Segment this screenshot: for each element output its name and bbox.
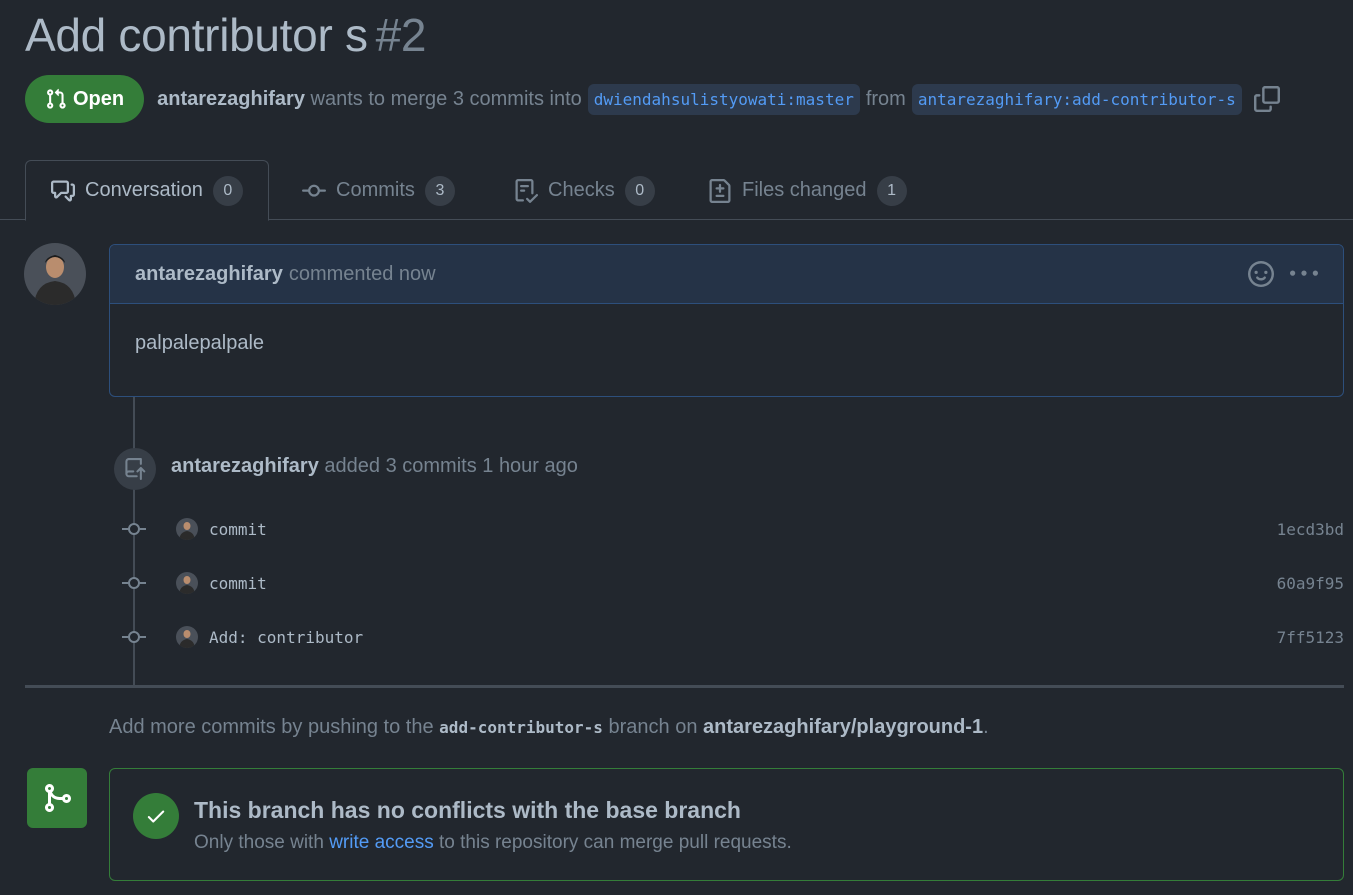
- repo-push-badge: [114, 448, 156, 490]
- git-commit-icon: [302, 184, 326, 197]
- push-author[interactable]: antarezaghifary: [171, 455, 319, 477]
- tab-label: Commits: [336, 179, 415, 201]
- hint-suffix: .: [983, 716, 989, 738]
- smiley-icon[interactable]: [1248, 261, 1274, 287]
- git-merge-icon: [45, 784, 72, 812]
- tab-label: Checks: [548, 179, 615, 201]
- comment-body: palpalepalpale: [135, 332, 265, 354]
- pr-author-link[interactable]: antarezaghifary: [157, 88, 305, 111]
- check-icon: [147, 810, 165, 823]
- commit-sha[interactable]: 7ff5123: [1277, 628, 1344, 647]
- git-commit-icon: [122, 523, 146, 535]
- comment-actions: [1248, 260, 1318, 288]
- avatar-image: [24, 243, 86, 305]
- base-branch[interactable]: dwiendahsulistyowati:master: [587, 83, 860, 115]
- hint-repo-link[interactable]: antarezaghifary/playground-1: [703, 716, 983, 738]
- git-commit-icon: [122, 631, 146, 643]
- state-badge: Open: [25, 75, 145, 123]
- comment-discussion-icon: [51, 180, 75, 201]
- merge-sub-prefix: Only those with: [194, 832, 324, 853]
- hint-middle: branch on: [608, 716, 698, 738]
- kebab-horizontal-icon[interactable]: [1290, 260, 1318, 288]
- tab-checks[interactable]: Checks 0: [489, 160, 680, 221]
- merge-title: This branch has no conflicts with the ba…: [194, 797, 741, 823]
- tab-files-changed[interactable]: Files changed 1: [683, 160, 932, 221]
- hint-branch: add-contributor-s: [439, 718, 603, 737]
- comment-author[interactable]: antarezaghifary: [135, 263, 283, 286]
- commit-message[interactable]: commit: [209, 520, 267, 539]
- git-commit-icon: [122, 577, 146, 589]
- tab-counter: 0: [212, 175, 243, 206]
- pr-meta: Open antarezaghifary wants to merge 3 co…: [25, 75, 1280, 123]
- merge-box: This branch has no conflicts with the ba…: [109, 768, 1344, 881]
- tab-counter: 1: [876, 175, 907, 206]
- head-branch[interactable]: antarezaghifary:add-contributor-s: [911, 83, 1242, 115]
- push-hint: Add more commits by pushing to the add-c…: [109, 716, 989, 739]
- state-label: Open: [73, 87, 125, 110]
- commit-row: commit 60a9f95: [120, 568, 1344, 598]
- commit-avatar[interactable]: [176, 626, 198, 648]
- comment-timestamp[interactable]: commented now: [289, 263, 436, 286]
- commit-row: commit 1ecd3bd: [120, 514, 1344, 544]
- hint-prefix: Add more commits by pushing to the: [109, 716, 434, 738]
- merge-sub-suffix: to this repository can merge pull reques…: [439, 832, 792, 853]
- pr-title: Add contributor s #2: [25, 8, 427, 62]
- check-circle: [133, 793, 179, 839]
- pr-tabs: Conversation 0 Commits 3 Checks 0 Files …: [0, 160, 1353, 221]
- push-description: added 3 commits 1 hour ago: [324, 455, 578, 477]
- pr-number: #2: [375, 9, 427, 61]
- merge-status-badge: [27, 768, 87, 828]
- commit-row: Add: contributor 7ff5123: [120, 622, 1344, 652]
- repo-push-icon: [125, 458, 146, 480]
- git-pull-request-icon: [47, 88, 66, 109]
- commit-message[interactable]: commit: [209, 574, 267, 593]
- avatar[interactable]: [24, 243, 86, 305]
- from-text: from: [865, 87, 906, 110]
- merge-description: antarezaghifary wants to merge 3 commits…: [157, 83, 1280, 115]
- tab-label: Conversation: [85, 179, 203, 201]
- commit-avatar[interactable]: [176, 572, 198, 594]
- push-event-text: antarezaghifary added 3 commits 1 hour a…: [171, 455, 578, 478]
- tab-counter: 0: [624, 175, 655, 206]
- tab-conversation[interactable]: Conversation 0: [25, 160, 269, 221]
- commit-message[interactable]: Add: contributor: [209, 628, 363, 647]
- tab-counter: 3: [424, 175, 455, 206]
- merge-text: wants to merge 3 commits into: [310, 87, 582, 110]
- merge-subtitle: Only those with write access to this rep…: [194, 832, 792, 854]
- comment-card: antarezaghifary commented now palpalepal…: [109, 244, 1344, 397]
- pr-title-text: Add contributor s: [25, 9, 368, 61]
- write-access-link[interactable]: write access: [329, 832, 434, 853]
- comment-header: antarezaghifary commented now: [110, 245, 1343, 304]
- checklist-icon: [515, 178, 538, 203]
- commit-avatar[interactable]: [176, 518, 198, 540]
- timeline-divider: [25, 685, 1344, 688]
- tab-label: Files changed: [742, 179, 867, 201]
- tab-commits[interactable]: Commits 3: [277, 160, 480, 221]
- file-diff-icon: [709, 178, 731, 203]
- copy-icon[interactable]: [1253, 86, 1280, 112]
- commit-sha[interactable]: 1ecd3bd: [1277, 520, 1344, 539]
- commit-sha[interactable]: 60a9f95: [1277, 574, 1344, 593]
